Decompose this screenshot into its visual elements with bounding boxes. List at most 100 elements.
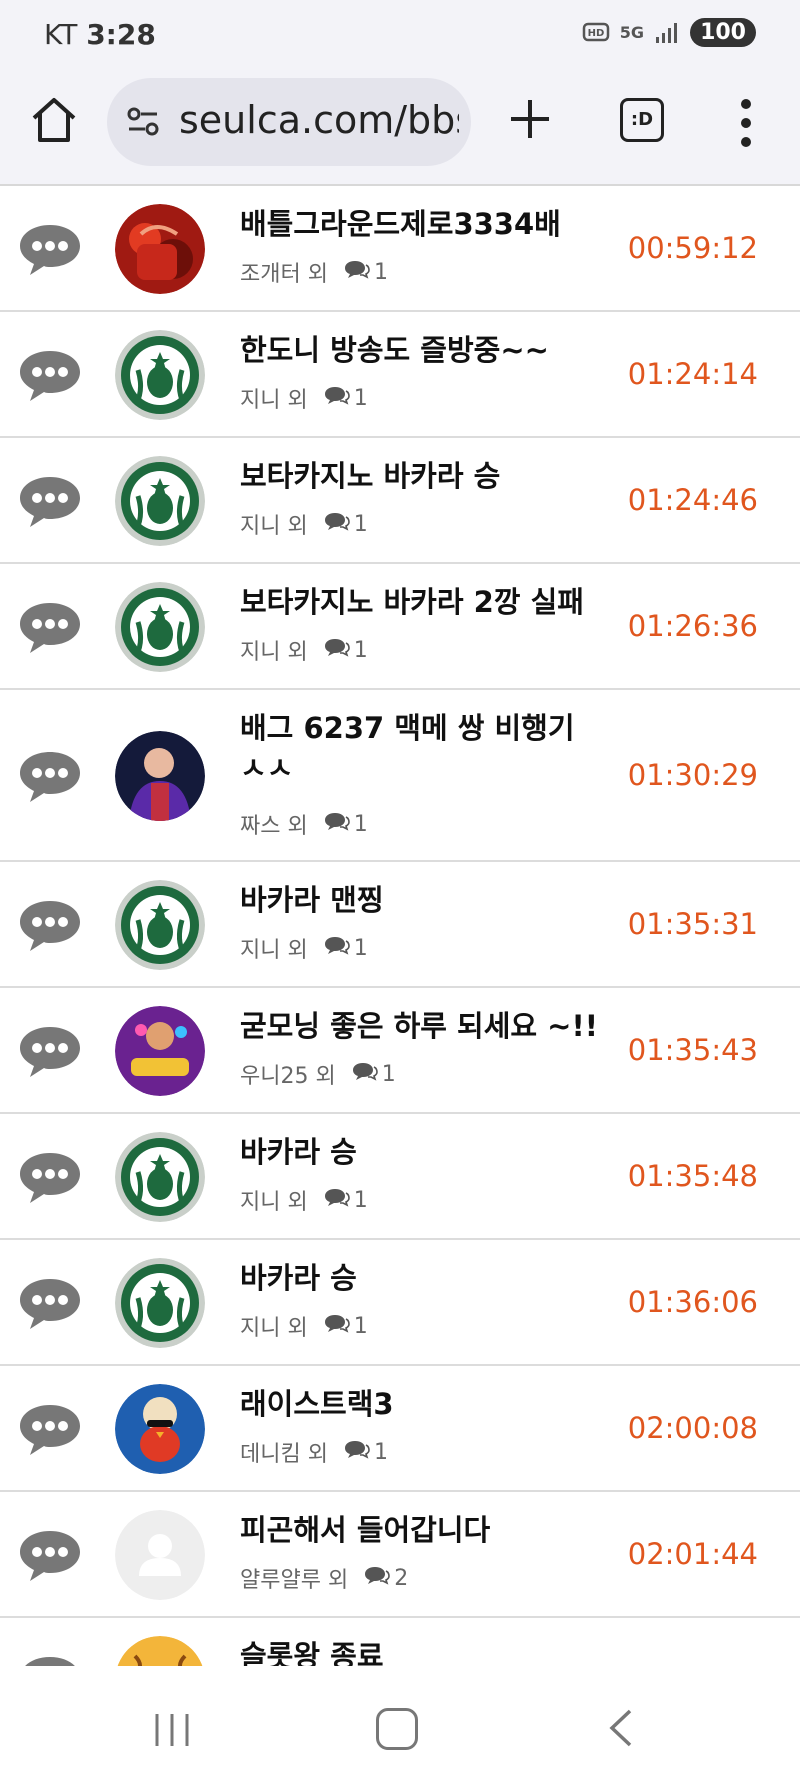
address-bar[interactable]: seulca.com/bbs [107,78,471,166]
post-row[interactable]: 바카라 승지니 외 1 01:35:48 [0,1114,800,1240]
post-time: 01:35:43 [627,1033,758,1067]
post-row[interactable]: 한도니 방송도 즐방중~~ 지니 외 1 01:24:14 [0,312,800,438]
avatar [115,1258,205,1348]
post-meta: 지니 외 1 [240,932,368,964]
post-title[interactable]: 굳모닝 좋은 하루 되세요 ~!! [240,1006,600,1046]
post-title[interactable]: 래이스트랙3 [240,1384,600,1424]
avatar [115,1132,205,1222]
hd-call-icon: HD [582,22,610,41]
post-time: 01:26:36 [627,609,758,643]
post-meta: 지니 외 1 [240,508,368,540]
avatar [115,731,205,821]
avatar [115,204,205,294]
post-row[interactable]: 배그 6237 맥메 쌍 비행기 ㅅㅅ 짜스 외 1 01:30:29 [0,690,800,862]
post-list: 배틀그라운드제로3334배조개터 외 1 00:59:12 한도니 방송도 즐방중~~… [0,186,800,1666]
home-icon[interactable] [28,94,80,146]
chat-bubble-icon [17,1401,83,1457]
post-row[interactable]: 피곤해서 들어갑니다얄루얄루 외 2 02:01:44 [0,1492,800,1618]
site-settings-icon[interactable] [125,104,161,140]
browser-toolbar: seulca.com/bbs :D [0,70,800,186]
tab-switcher-button[interactable]: :D [620,98,664,142]
post-author: 조개터 외 [240,262,328,287]
post-meta: 지니 외 1 [240,1310,368,1342]
post-title[interactable]: 배틀그라운드제로3334배 [240,204,600,244]
nav-home-icon[interactable] [376,1708,418,1750]
chat-bubble-icon [17,347,83,403]
post-title[interactable]: 배그 6237 맥메 쌍 비행기 ㅅㅅ [240,708,600,788]
post-row[interactable]: 보타카지노 바카라 2깡 실패지니 외 1 01:26:36 [0,564,800,690]
comment-icon [324,935,350,961]
svg-text:HD: HD [587,28,604,39]
url-text[interactable]: seulca.com/bbs [179,98,459,142]
post-meta: 지니 외 1 [240,1184,368,1216]
post-row[interactable]: 보타카지노 바카라 승지니 외 1 01:24:46 [0,438,800,564]
post-title[interactable]: 보타카지노 바카라 승 [240,456,600,496]
avatar [115,456,205,546]
post-time: 01:36:06 [627,1285,758,1319]
back-icon[interactable] [606,1708,636,1748]
comment-count-value: 2 [394,1565,409,1591]
comment-count: 1 [324,935,368,961]
comment-icon [324,637,350,663]
comment-icon [352,1061,378,1087]
post-title[interactable]: 슬롯왕 종료 [240,1636,600,1666]
chat-bubble-icon [17,748,83,804]
recent-apps-icon[interactable] [152,1712,192,1748]
chat-bubble-icon [17,1149,83,1205]
comment-icon [324,511,350,537]
comment-count: 1 [324,637,368,663]
post-title[interactable]: 바카라 맨찡 [240,880,600,920]
post-time: 00:59:12 [627,231,758,265]
post-title[interactable]: 한도니 방송도 즐방중~~ [240,330,600,370]
status-icons: HD 5G 100 [582,18,756,47]
post-meta: 지니 외 1 [240,634,368,666]
post-author: 짜스 외 [240,814,308,839]
post-time: 01:35:48 [627,1159,758,1193]
post-row[interactable]: 배틀그라운드제로3334배조개터 외 1 00:59:12 [0,186,800,312]
comment-count-value: 1 [353,637,368,663]
post-time: 01:30:29 [627,758,758,792]
post-time: 02:00:08 [627,1411,758,1445]
chat-bubble-icon [17,599,83,655]
carrier-time: KT 3:28 [44,18,156,51]
comment-count: 1 [344,259,388,285]
comment-count-value: 1 [353,1187,368,1213]
post-author: 지니 외 [240,514,308,539]
avatar [115,582,205,672]
post-time: 01:24:14 [627,357,758,391]
post-meta: 데니킴 외 1 [240,1436,388,1468]
post-row[interactable]: 바카라 승지니 외 1 01:36:06 [0,1240,800,1366]
chat-bubble-icon [17,221,83,277]
post-row[interactable]: 슬롯왕 종료 [0,1618,800,1666]
status-bar: KT 3:28 HD 5G 100 [0,0,800,70]
battery-icon: 100 [690,18,756,47]
post-title[interactable]: 바카라 승 [240,1258,600,1298]
comment-icon [324,811,350,837]
post-author: 지니 외 [240,938,308,963]
post-row[interactable]: 굳모닝 좋은 하루 되세요 ~!! 우니25 외 1 01:35:43 [0,988,800,1114]
comment-icon [344,259,370,285]
post-time: 02:01:44 [627,1537,758,1571]
signal-icon [656,22,678,43]
more-menu-icon[interactable] [736,96,756,150]
post-time: 01:24:46 [627,483,758,517]
chat-bubble-icon [17,1653,83,1666]
post-row[interactable]: 바카라 맨찡지니 외 1 01:35:31 [0,862,800,988]
comment-icon [364,1565,391,1591]
post-title[interactable]: 피곤해서 들어갑니다 [240,1510,600,1550]
comment-icon [324,1187,350,1213]
post-author: 지니 외 [240,1190,308,1215]
avatar [115,1384,205,1474]
post-title[interactable]: 보타카지노 바카라 2깡 실패 [240,582,600,622]
post-row[interactable]: 래이스트랙3 데니킴 외 1 02:00:08 [0,1366,800,1492]
post-author: 우니25 외 [240,1064,336,1089]
avatar [115,1510,205,1600]
carrier-label: KT [44,18,78,51]
post-author: 얄루얄루 외 [240,1568,349,1593]
comment-count-value: 1 [353,511,368,537]
post-meta: 얄루얄루 외 2 [240,1562,408,1594]
new-tab-icon[interactable] [505,94,555,144]
post-time: 01:35:31 [627,907,758,941]
avatar [115,880,205,970]
post-title[interactable]: 바카라 승 [240,1132,600,1172]
